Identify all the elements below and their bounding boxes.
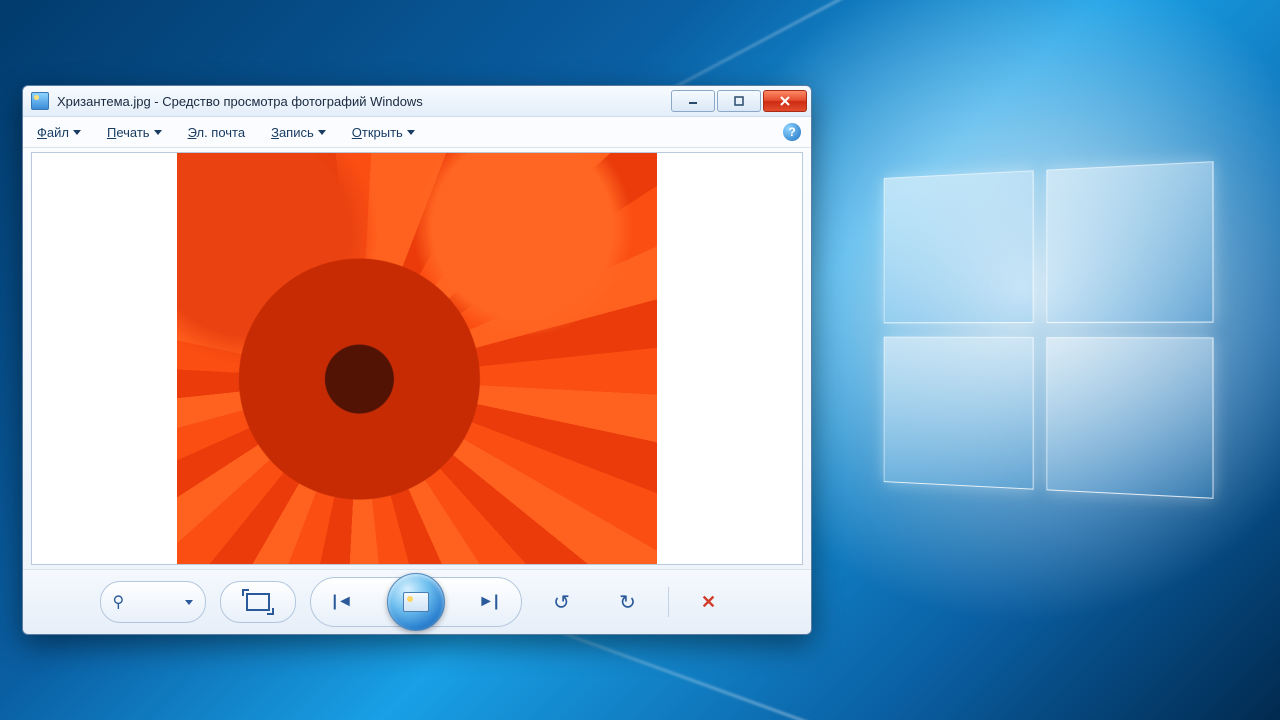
- rotate-cw-button[interactable]: ↻: [602, 584, 654, 620]
- chevron-down-icon: [73, 130, 81, 135]
- chevron-down-icon: [154, 130, 162, 135]
- titlebar[interactable]: Хризантема.jpg - Средство просмотра фото…: [23, 86, 811, 117]
- app-icon: [31, 92, 49, 110]
- close-icon: [779, 96, 791, 106]
- menu-open[interactable]: Открыть: [348, 123, 419, 142]
- menu-file-label: Файл: [37, 125, 69, 140]
- slideshow-icon: [403, 592, 429, 612]
- previous-icon: |◄: [333, 593, 353, 610]
- navigation-group: |◄ ►|: [310, 577, 522, 627]
- displayed-photo: [177, 153, 657, 564]
- menu-open-label: Открыть: [352, 125, 403, 140]
- menu-print-label: Печать: [107, 125, 150, 140]
- image-viewport[interactable]: [31, 152, 803, 565]
- rotate-cw-icon: ↻: [619, 590, 636, 615]
- help-button[interactable]: ?: [783, 123, 801, 141]
- zoom-control[interactable]: ⚲: [100, 581, 206, 623]
- menu-print[interactable]: Печать: [103, 123, 166, 142]
- rotate-ccw-icon: ↺: [553, 590, 570, 615]
- window-title: Хризантема.jpg - Средство просмотра фото…: [57, 94, 663, 109]
- fit-to-screen-button[interactable]: [220, 581, 296, 623]
- menubar: Файл Печать Эл. почта Запись Открыть ?: [23, 117, 811, 148]
- control-bar: ⚲ |◄ ►| ↺ ↻ ✕: [23, 569, 811, 634]
- menu-email-label: Эл. почта: [188, 125, 246, 140]
- chevron-down-icon: [407, 130, 415, 135]
- menu-burn-label: Запись: [271, 125, 314, 140]
- delete-button[interactable]: ✕: [683, 584, 735, 620]
- help-icon: ?: [788, 125, 795, 139]
- magnifier-icon: ⚲: [113, 592, 125, 612]
- chevron-down-icon: [185, 600, 193, 605]
- minimize-button[interactable]: [671, 90, 715, 112]
- separator: [668, 587, 669, 617]
- maximize-icon: [733, 96, 745, 106]
- menu-file[interactable]: Файл: [33, 123, 85, 142]
- menu-burn[interactable]: Запись: [267, 123, 330, 142]
- close-button[interactable]: [763, 90, 807, 112]
- minimize-icon: [687, 96, 699, 106]
- menu-email[interactable]: Эл. почта: [184, 123, 250, 142]
- next-button[interactable]: ►|: [468, 593, 508, 611]
- next-icon: ►|: [478, 593, 498, 610]
- maximize-button[interactable]: [717, 90, 761, 112]
- chevron-down-icon: [318, 130, 326, 135]
- delete-icon: ✕: [701, 592, 716, 613]
- photo-viewer-window: Хризантема.jpg - Средство просмотра фото…: [22, 85, 812, 635]
- previous-button[interactable]: |◄: [323, 593, 363, 611]
- windows-logo: [884, 161, 1214, 499]
- fit-screen-icon: [246, 593, 270, 611]
- rotate-ccw-button[interactable]: ↺: [536, 584, 588, 620]
- window-controls: [671, 90, 807, 112]
- slideshow-button[interactable]: [387, 573, 445, 631]
